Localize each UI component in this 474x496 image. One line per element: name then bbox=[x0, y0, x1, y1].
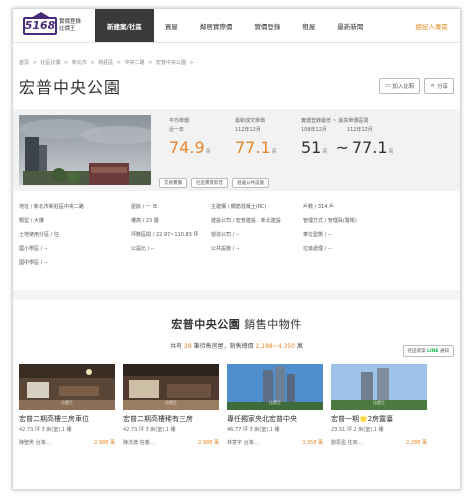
page-title: 宏普中央公園 bbox=[19, 78, 122, 97]
info-builder: 建設公司 / 宏普建設．新北建設 bbox=[211, 218, 281, 224]
price-panel: 平均單價 近一年 74.9萬 最新成交單價 112年12月 77.1萬 實價登錄… bbox=[13, 109, 460, 191]
breadcrumb-road[interactable]: 中央二路 bbox=[125, 60, 145, 66]
nav-new-projects[interactable]: 新建案/社區 bbox=[95, 9, 154, 42]
info-management: 管理方式 / 管理員(警衛) bbox=[303, 218, 357, 224]
listing-name[interactable]: 專任獨家央北宏普中央 bbox=[227, 414, 323, 424]
breadcrumb-sep: > bbox=[116, 60, 122, 66]
logo-badge: 5168 bbox=[23, 11, 57, 35]
price-range-block: 實價登錄最低 ~ 最高單價區間 108年12月 112年12月 51萬 ~77.… bbox=[301, 117, 421, 185]
listing-photo[interactable]: 比價王 bbox=[227, 364, 323, 410]
site-logo[interactable]: 5168 實價登錄 比價王 bbox=[13, 9, 95, 42]
listing-agent: 陳法渡 信義... bbox=[123, 440, 155, 446]
listing-price: 2,288 萬 bbox=[406, 440, 427, 446]
info-structure: 主建構 / 鋼筋混凝土(RC) bbox=[211, 204, 267, 210]
listing-price: 3,358 萬 bbox=[302, 440, 323, 446]
listing-meta: 23.51 坪 2 房(室) 1 樓 bbox=[331, 427, 384, 433]
listing-name[interactable]: 宏普一期🌟2房露臺 bbox=[331, 414, 427, 424]
info-zoning: 土地使用分區 / 住 bbox=[19, 232, 59, 238]
breadcrumb-sep: > bbox=[148, 60, 153, 66]
listing-meta: 42.73 坪 3 房(室) 1 樓 bbox=[19, 427, 72, 433]
listing-photo[interactable]: 比價王 bbox=[19, 364, 115, 410]
info-garbage: 垃圾處理 / -- bbox=[303, 246, 332, 252]
listing-card[interactable]: 比價王 專任獨家央北宏普中央 46.77 坪 3 房(室) 1 樓 林意宇 台灣… bbox=[227, 364, 323, 446]
info-size-range: 坪數區間 / 22.97~110.83 坪 bbox=[131, 232, 199, 238]
info-address: 地址 / 新北市新莊區中央二路 bbox=[19, 204, 84, 210]
breadcrumb-district[interactable]: 新莊區 bbox=[98, 60, 113, 66]
info-facilities: 公共設施 / -- bbox=[211, 246, 240, 252]
info-age: 屋齡 / 一 年 bbox=[131, 204, 158, 210]
info-parking: 車位型態 / -- bbox=[303, 232, 332, 238]
listing-card[interactable]: 比價王 宏普一期🌟2房露臺 23.51 坪 2 房(室) 1 樓 劉思盈 住商.… bbox=[331, 364, 427, 446]
bookmark-icon: ▭ bbox=[385, 83, 391, 89]
community-photo-image bbox=[19, 115, 151, 185]
nav-rent[interactable]: 租屋 bbox=[291, 9, 326, 42]
info-floors: 樓高 / 23 層 bbox=[131, 218, 159, 224]
share-icon: ⋖ bbox=[430, 83, 435, 89]
listings-heading: 宏普中央公園 銷售中物件 bbox=[171, 318, 302, 331]
info-units: 戶數 / 314 戶 bbox=[303, 204, 334, 210]
info-constructor: 營造公司 / -- bbox=[211, 232, 240, 238]
listing-agent: 陳聖男 台灣... bbox=[19, 440, 51, 446]
logo-text: 實價登錄 比價王 bbox=[59, 18, 82, 32]
community-info-grid: 地址 / 新北市新莊區中央二路 屋齡 / 一 年 主建構 / 鋼筋混凝土(RC)… bbox=[13, 203, 460, 268]
page-frame: 5168 實價登錄 比價王 新建案/社區 買屋 鄰居實際價 實價登錄 租屋 最新… bbox=[12, 8, 461, 490]
breadcrumb-city[interactable]: 新北市 bbox=[72, 60, 87, 66]
listing-meta: 42.73 坪 3 房(室) 1 樓 bbox=[123, 427, 176, 433]
breadcrumb-sep: > bbox=[90, 60, 95, 66]
nav-agent-zone[interactable]: 經紀人專區 bbox=[405, 9, 461, 42]
share-button[interactable]: ⋖ 分享 bbox=[424, 78, 454, 94]
listing-name[interactable]: 宏普二期高樓三房車位 bbox=[19, 414, 115, 424]
info-type: 類型 / 大樓 bbox=[19, 218, 44, 224]
price-range-value: 51萬 ~77.1萬 bbox=[301, 138, 394, 157]
listing-card[interactable]: 比價王 宏普二期高樓三房車位 42.73 坪 3 房(室) 1 樓 陳聖男 台灣… bbox=[19, 364, 115, 446]
listing-price: 2,988 萬 bbox=[198, 440, 219, 446]
info-public-ratio: 公設比 / -- bbox=[131, 246, 155, 252]
tag-community-video[interactable]: 社區實景影音 bbox=[191, 178, 228, 188]
listing-agent: 劉思盈 住商... bbox=[331, 440, 363, 446]
latest-price-block: 最新成交單價 112年12月 77.1萬 bbox=[235, 117, 301, 185]
listing-agent: 林意宇 台灣... bbox=[227, 440, 259, 446]
breadcrumb-sep: > bbox=[189, 60, 194, 66]
tag-transaction-price[interactable]: 交易實價 bbox=[159, 178, 187, 188]
top-navbar: 5168 實價登錄 比價王 新建案/社區 買屋 鄰居實際價 實價登錄 租屋 最新… bbox=[13, 9, 460, 43]
listings-summary: 共有 28 筆待售房屋，銷售總價 2,188~4,350 萬 bbox=[170, 343, 303, 350]
price-columns: 平均單價 近一年 74.9萬 最新成交單價 112年12月 77.1萬 實價登錄… bbox=[151, 115, 454, 185]
avg-price-block: 平均單價 近一年 74.9萬 bbox=[169, 117, 235, 185]
breadcrumb: 首頁 > 社區比價 > 新北市 > 新莊區 > 中央二路 > 宏普中央公園 > bbox=[13, 43, 460, 69]
latest-price-value: 77.1萬 bbox=[235, 138, 277, 157]
title-actions: ▭ 加入比較 ⋖ 分享 bbox=[379, 78, 454, 94]
breadcrumb-current: 宏普中央公園 bbox=[156, 60, 187, 66]
listing-card[interactable]: 比價王 宏普二期高樓稀有三房 42.73 坪 3 房(室) 1 樓 陳法渡 信義… bbox=[123, 364, 219, 446]
section-divider bbox=[13, 290, 460, 300]
nav-news[interactable]: 最新新聞 bbox=[326, 9, 374, 42]
main-nav: 新建案/社區 買屋 鄰居實際價 實價登錄 租屋 最新新聞 經紀人專區 bbox=[95, 9, 460, 42]
listing-meta: 46.77 坪 3 房(室) 1 樓 bbox=[227, 427, 280, 433]
info-junior-high: 國中學區 / -- bbox=[19, 260, 48, 266]
add-compare-button[interactable]: ▭ 加入比較 bbox=[379, 78, 421, 94]
info-elementary: 國小學區 / -- bbox=[19, 246, 48, 252]
line-notify-button[interactable]: 社區新案 LINE 通知 bbox=[402, 345, 454, 357]
nav-real-price[interactable]: 實價登錄 bbox=[243, 9, 291, 42]
listing-name[interactable]: 宏普二期高樓稀有三房 bbox=[123, 414, 219, 424]
feature-tags: 交易實價 社區實景影音 週邊公共設施 bbox=[159, 178, 269, 188]
avg-price-value: 74.9萬 bbox=[169, 138, 211, 157]
breadcrumb-home[interactable]: 首頁 bbox=[19, 60, 29, 66]
community-photo[interactable] bbox=[19, 115, 151, 185]
breadcrumb-community[interactable]: 社區比價 bbox=[40, 60, 60, 66]
listing-price: 2,988 萬 bbox=[94, 440, 115, 446]
nav-buy[interactable]: 買屋 bbox=[154, 9, 189, 42]
breadcrumb-sep: > bbox=[64, 60, 69, 66]
tag-public-facilities[interactable]: 週邊公共設施 bbox=[232, 178, 269, 188]
listing-photo[interactable]: 比價王 bbox=[331, 364, 427, 410]
nav-neighbor-price[interactable]: 鄰居實際價 bbox=[189, 9, 244, 42]
title-row: 宏普中央公園 ▭ 加入比較 ⋖ 分享 bbox=[13, 75, 460, 97]
listing-cards: 比價王 宏普二期高樓三房車位 42.73 坪 3 房(室) 1 樓 陳聖男 台灣… bbox=[13, 364, 460, 446]
breadcrumb-sep: > bbox=[32, 60, 37, 66]
listing-photo[interactable]: 比價王 bbox=[123, 364, 219, 410]
